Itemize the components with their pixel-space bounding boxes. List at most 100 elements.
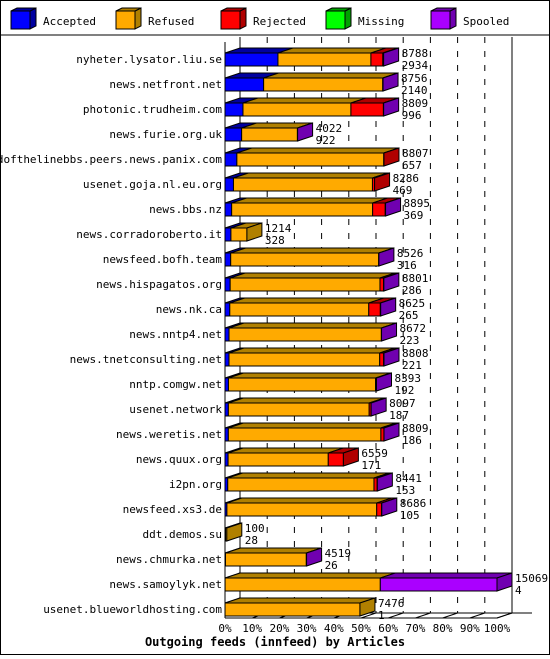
bar-top-refused xyxy=(232,198,388,203)
bar-segment-rejected xyxy=(351,103,383,116)
bar-top-refused xyxy=(231,248,394,253)
category-label: news.samoylyk.net xyxy=(109,578,222,591)
category-label: news.chmurka.net xyxy=(116,553,222,566)
bar-segment-accepted xyxy=(225,78,264,91)
legend-label-refused: Refused xyxy=(148,15,194,28)
category-label: newsfeed.xs3.de xyxy=(123,503,222,516)
x-tick-label: 10% xyxy=(242,622,262,635)
category-label: news.furie.org.uk xyxy=(109,128,222,141)
bar-segment-refused xyxy=(230,278,380,291)
bar-segment-refused xyxy=(228,453,328,466)
bar-segment-accepted xyxy=(225,178,233,191)
bar-segment-refused xyxy=(225,553,306,566)
accepted-label: 171 xyxy=(361,459,381,472)
bar-segment-refused xyxy=(229,328,381,341)
bar-segment-rejected xyxy=(369,303,381,316)
legend-swatch-rejected xyxy=(221,11,240,29)
bar-top-refused xyxy=(278,48,386,53)
accepted-label: 328 xyxy=(265,234,285,247)
x-tick-label: 0% xyxy=(218,622,232,635)
bar-segment-refused xyxy=(231,253,379,266)
accepted-label: 2140 xyxy=(401,84,428,97)
legend-label-missing: Missing xyxy=(358,15,404,28)
legend-label-rejected: Rejected xyxy=(253,15,306,28)
legend-swatch-refused xyxy=(116,11,135,29)
accepted-label: 369 xyxy=(404,209,424,222)
bar-segment-refused xyxy=(242,128,298,141)
category-label: usenet.blueworldhosting.com xyxy=(43,603,222,616)
bar-top-refused xyxy=(229,323,396,328)
category-label: endofthelinebbs.peers.news.panix.com xyxy=(1,153,222,166)
accepted-label: 657 xyxy=(402,159,422,172)
accepted-label: 187 xyxy=(389,409,409,422)
bar-segment-refused xyxy=(264,78,383,91)
category-label: news.nk.ca xyxy=(156,303,222,316)
bar-segment-rejected xyxy=(371,53,383,66)
bar-segment-accepted xyxy=(225,53,278,66)
legend-swatch-missing xyxy=(326,11,345,29)
bar-segment-refused xyxy=(225,578,380,591)
category-label: news.bbs.nz xyxy=(149,203,222,216)
bar-segment-rejected xyxy=(380,278,384,291)
tick-depth xyxy=(388,613,403,618)
accepted-label: 286 xyxy=(402,284,422,297)
category-label: news.tnetconsulting.net xyxy=(70,353,222,366)
category-label: ddt.demos.su xyxy=(143,528,222,541)
bar-segment-accepted xyxy=(225,328,229,341)
bar-segment-refused xyxy=(231,228,247,241)
bar-segment-refused xyxy=(228,378,375,391)
category-label: news.weretis.net xyxy=(116,428,222,441)
bar-segment-accepted xyxy=(225,303,230,316)
accepted-label: 105 xyxy=(400,509,420,522)
x-tick-label: 60% xyxy=(378,622,398,635)
accepted-label: 28 xyxy=(245,534,258,547)
accepted-label: 186 xyxy=(402,434,422,447)
bar-top-refused xyxy=(227,498,392,503)
x-tick-label: 20% xyxy=(269,622,289,635)
accepted-label: 996 xyxy=(402,109,422,122)
bar-segment-refused xyxy=(232,203,373,216)
accepted-label: 2934 xyxy=(402,59,429,72)
legend-swatch-side xyxy=(240,8,246,29)
bar-top-refused xyxy=(225,573,395,578)
legend-swatch-side xyxy=(450,8,456,29)
x-tick-label: 100% xyxy=(484,622,511,635)
bar-segment-refused xyxy=(237,153,384,166)
bar-segment-accepted xyxy=(225,278,230,291)
bar-top-refused xyxy=(229,348,395,353)
bar-top-refused xyxy=(228,398,384,403)
bar-segment-refused xyxy=(228,403,369,416)
category-label: newsfeed.bofh.team xyxy=(103,253,223,266)
accepted-label: 265 xyxy=(399,309,419,322)
bar-segment-refused xyxy=(228,428,381,441)
bar-top-refused xyxy=(225,598,375,603)
bar-top-refused xyxy=(225,548,321,553)
bar-segment-accepted xyxy=(225,353,229,366)
category-label: usenet.goja.nl.eu.org xyxy=(83,178,222,191)
legend-swatch-side xyxy=(30,8,36,29)
bar-segment-accepted xyxy=(225,428,228,441)
bar-segment-accepted xyxy=(225,253,231,266)
accepted-label: 192 xyxy=(394,384,414,397)
accepted-label: 221 xyxy=(402,359,422,372)
accepted-label: 153 xyxy=(395,484,415,497)
category-label: photonic.trudheim.com xyxy=(83,103,222,116)
bar-top-refused xyxy=(243,98,366,103)
x-tick-label: 80% xyxy=(433,622,453,635)
tick-depth xyxy=(415,613,430,618)
legend-swatch-side xyxy=(345,8,351,29)
bar-segment-spooled xyxy=(380,578,497,591)
tick-depth xyxy=(497,613,512,618)
bar-top-spooled xyxy=(380,573,512,578)
tick-depth xyxy=(443,613,458,618)
category-label: nyheter.lysator.liu.se xyxy=(76,53,222,66)
bar-segment-refused xyxy=(227,503,377,516)
bar-segment-accepted xyxy=(225,103,243,116)
category-label: i2pn.org xyxy=(169,478,222,491)
accepted-label: 223 xyxy=(400,334,420,347)
bar-top-refused xyxy=(264,73,398,78)
category-label: news.netfront.net xyxy=(109,78,222,91)
bar-segment-refused xyxy=(233,178,372,191)
x-tick-label: 30% xyxy=(297,622,317,635)
bar-top-refused xyxy=(228,423,396,428)
